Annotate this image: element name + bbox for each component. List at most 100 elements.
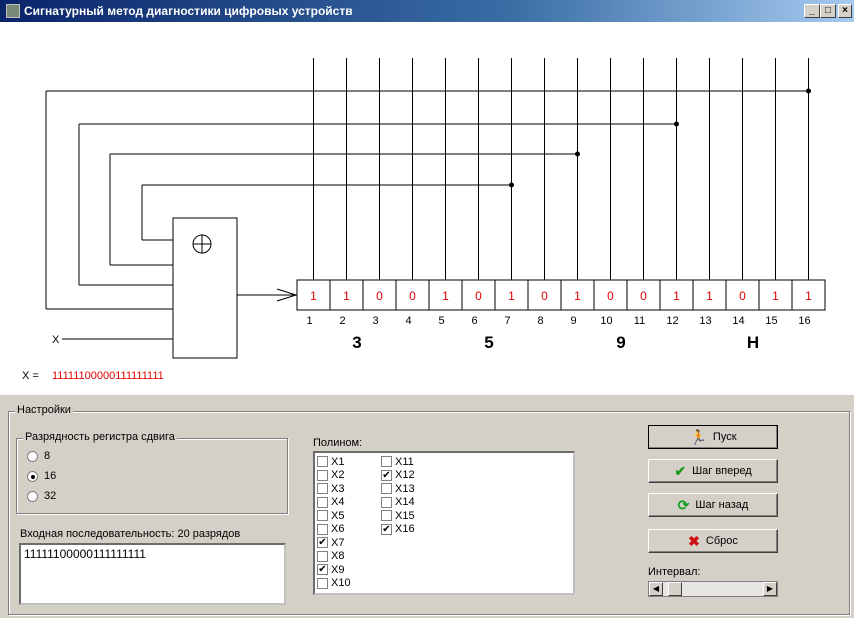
checkbox-label: X14	[395, 496, 415, 508]
polynomial-checkbox-x10[interactable]: X10	[317, 577, 351, 590]
maximize-button[interactable]: □	[820, 4, 836, 18]
polynomial-checkbox-x7[interactable]: ✔ X7	[317, 536, 344, 549]
checkbox-box[interactable]: ✔	[381, 469, 392, 481]
interval-scrollbar[interactable]: ◀ ▶	[648, 581, 778, 597]
polynomial-checkbox-x2[interactable]: X2	[317, 469, 344, 482]
polynomial-checkbox-x5[interactable]: X5	[317, 509, 344, 522]
hex-digit: 3	[352, 333, 361, 352]
polynomial-checkbox-x11[interactable]: X11	[381, 455, 414, 468]
register-cell-value: 0	[409, 289, 416, 303]
checkbox-box[interactable]	[381, 510, 392, 521]
radio-circle[interactable]	[27, 470, 38, 482]
polynomial-checkbox-x16[interactable]: ✔ X16	[381, 523, 415, 536]
register-cell-value: 0	[475, 289, 482, 303]
checkbox-box[interactable]	[317, 550, 328, 562]
checkbox-label: X10	[331, 577, 351, 589]
checkbox-box[interactable]	[317, 577, 328, 589]
checkbox-box[interactable]	[317, 469, 328, 481]
checkbox-box[interactable]	[381, 456, 392, 467]
register-index: 3	[372, 315, 378, 327]
radio-label: 16	[44, 470, 57, 482]
register-width-group: Разрядность регистра сдвига 8 16 32	[16, 431, 288, 514]
checkbox-box[interactable]	[381, 483, 392, 494]
checkbox-box[interactable]	[317, 523, 328, 535]
register-index: 13	[699, 315, 711, 327]
checkbox-box[interactable]: ✔	[317, 537, 328, 548]
scroll-thumb[interactable]	[668, 582, 683, 596]
checkbox-box[interactable]	[317, 496, 328, 508]
checkbox-label: X2	[331, 469, 345, 481]
reset-label: Сброс	[705, 535, 738, 547]
checkbox-label: X4	[331, 496, 345, 508]
radio-label: 32	[44, 490, 57, 502]
polynomial-checkbox-x15[interactable]: X15	[381, 509, 415, 522]
lfsr-diagram: 1 1 0 0 1 0 1 0 1 0 0 1 1 0 1 11 2 3 4 5 6 7 8 9 10 11 12 13 14 15 163…	[22, 58, 826, 382]
checkbox-label: X9	[331, 563, 345, 576]
register-cell-value: 1	[508, 289, 515, 303]
refresh-icon: ⟳	[677, 496, 690, 513]
close-button[interactable]: ×	[838, 4, 852, 18]
polynomial-checkbox-x12[interactable]: ✔ X12	[381, 469, 415, 482]
polynomial-checkbox-x13[interactable]: X13	[381, 482, 415, 495]
tap-dot	[575, 151, 580, 157]
step-back-label: Шаг назад	[695, 499, 749, 511]
polynomial-checkbox-x3[interactable]: X3	[317, 482, 344, 495]
polynomial-checkbox-x8[interactable]: X8	[317, 550, 344, 563]
checkbox-box[interactable]	[317, 456, 328, 467]
checkbox-box[interactable]: ✔	[381, 523, 392, 535]
scroll-left-icon[interactable]: ◀	[649, 582, 663, 596]
checkbox-box[interactable]	[317, 483, 328, 494]
settings-legend: Настройки	[15, 404, 73, 416]
input-sequence-label: Входная последовательность: 20 разрядов	[20, 528, 241, 540]
register-cell-value: 1	[772, 289, 779, 303]
step-forward-button[interactable]: ✔ Шаг вперед	[648, 459, 778, 483]
register-cell-value: 1	[574, 289, 581, 303]
reset-button[interactable]: ✖ Сброс	[648, 529, 778, 553]
register-index: 9	[570, 315, 576, 327]
polynomial-list[interactable]: X1 X2 X3 X4 X5 X6 ✔ X7 X8 ✔ X9 X10 X11 ✔ X12 X13 X14 X15 ✔…	[313, 451, 575, 595]
register-index: 15	[765, 315, 777, 327]
radio-circle[interactable]	[27, 450, 38, 462]
register-cell-value: 1	[310, 289, 317, 303]
hex-digit: H	[747, 333, 759, 352]
register-index: 1	[306, 315, 312, 327]
radio-circle[interactable]	[27, 490, 38, 502]
hex-digit: 5	[484, 333, 493, 352]
register-cell-value: 1	[442, 289, 449, 303]
start-button[interactable]: 🏃 Пуск	[648, 425, 778, 449]
register-cell-value: 0	[607, 289, 614, 303]
input-sequence-field[interactable]: 11111100000111111111	[19, 543, 286, 605]
checkbox-label: X3	[331, 482, 345, 495]
checkbox-box[interactable]	[381, 496, 392, 508]
register-index: 8	[537, 315, 543, 327]
tap-dot	[509, 182, 514, 188]
register-cell-value: 1	[673, 289, 680, 303]
register-cell-value: 0	[376, 289, 383, 303]
step-forward-label: Шаг вперед	[692, 465, 752, 477]
radio-width-32[interactable]: 32	[27, 489, 56, 503]
register-index: 5	[438, 315, 444, 327]
cross-icon: ✖	[688, 532, 700, 549]
start-label: Пуск	[712, 431, 737, 443]
diagram-canvas: 1 1 0 0 1 0 1 0 1 0 0 1 1 0 1 1 1 2 3 4 5 6 7 8 9 10 11 12 13 14 15 16 3…	[0, 22, 854, 395]
scroll-right-icon[interactable]: ▶	[763, 582, 777, 596]
register-index: 16	[798, 315, 810, 327]
app-icon	[6, 4, 20, 18]
minimize-button[interactable]: _	[804, 4, 820, 18]
radio-width-16[interactable]: 16	[27, 469, 56, 483]
checkbox-box[interactable]: ✔	[317, 564, 328, 575]
radio-width-8[interactable]: 8	[27, 449, 50, 463]
checkbox-label: X15	[395, 509, 415, 522]
checkbox-label: X11	[395, 455, 414, 468]
polynomial-checkbox-x1[interactable]: X1	[317, 455, 344, 468]
polynomial-checkbox-x4[interactable]: X4	[317, 496, 344, 509]
checkbox-box[interactable]	[317, 510, 328, 521]
checkbox-label: X6	[331, 523, 345, 535]
polynomial-checkbox-x6[interactable]: X6	[317, 523, 344, 536]
register-index: 7	[504, 315, 510, 327]
checkbox-label: X1	[331, 455, 345, 468]
polynomial-checkbox-x14[interactable]: X14	[381, 496, 415, 509]
polynomial-checkbox-x9[interactable]: ✔ X9	[317, 563, 344, 576]
step-back-button[interactable]: ⟳ Шаг назад	[648, 493, 778, 517]
interval-label: Интервал:	[648, 566, 701, 578]
